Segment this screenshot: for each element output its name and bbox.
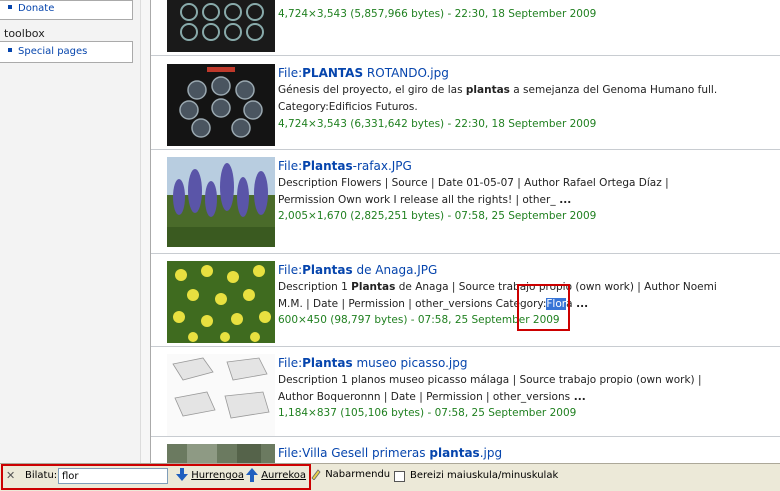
findbar-annotation-box <box>1 464 311 490</box>
result-title-link[interactable]: File:PLANTAS ROTANDO.jpg <box>278 66 449 80</box>
list-item: File:Villa Gesell primeras plantas.jpg <box>151 436 780 463</box>
result-thumbnail[interactable] <box>167 0 275 52</box>
match-case-checkbox[interactable] <box>394 471 405 482</box>
match-case-label: Bereizi maiuskula/minuskulak <box>410 470 559 481</box>
match-annotation-box <box>517 284 570 331</box>
toolbox-portlet: Special pages <box>0 41 133 63</box>
result-meta: 4,724×3,543 (6,331,642 bytes) - 22:30, 1… <box>278 118 597 130</box>
result-meta: 2,005×1,670 (2,825,251 bytes) - 07:58, 2… <box>278 210 597 222</box>
bullet-icon <box>8 5 12 9</box>
result-thumbnail[interactable] <box>167 64 275 146</box>
list-item: File:PLANTAS ROTANDO.jpg Génesis del pro… <box>151 55 780 150</box>
list-item: File:Plantas-rafax.JPG Description Flowe… <box>151 149 780 254</box>
result-thumbnail[interactable] <box>167 261 275 343</box>
result-title-link[interactable]: File:Plantas museo picasso.jpg <box>278 356 467 370</box>
highlight-all-button[interactable]: Nabarmendu <box>310 468 390 481</box>
list-item: 4,724×3,543 (5,857,966 bytes) - 22:30, 1… <box>151 0 780 55</box>
toolbox-title: toolbox <box>4 27 45 40</box>
result-title-link[interactable]: File:Plantas de Anaga.JPG <box>278 263 437 277</box>
result-thumbnail[interactable] <box>167 444 275 463</box>
result-meta: 1,184×837 (105,106 bytes) - 07:58, 25 Se… <box>278 407 577 419</box>
list-item: File:Plantas museo picasso.jpg Descripti… <box>151 346 780 437</box>
result-meta: 4,724×3,543 (5,857,966 bytes) - 22:30, 1… <box>278 8 597 20</box>
search-results: 4,724×3,543 (5,857,966 bytes) - 22:30, 1… <box>150 0 780 463</box>
result-description: Description 1 planos museo picasso málag… <box>278 374 702 403</box>
result-title-link[interactable]: File:Villa Gesell primeras plantas.jpg <box>278 446 502 460</box>
result-description: Description Flowers | Source | Date 01-0… <box>278 177 669 206</box>
donate-link[interactable]: Donate <box>0 1 132 16</box>
support-portlet: Donate <box>0 0 133 20</box>
special-pages-link[interactable]: Special pages <box>0 42 132 59</box>
result-description: Génesis del proyecto, el giro de las pla… <box>278 84 718 113</box>
highlighter-icon <box>311 469 321 481</box>
result-thumbnail[interactable] <box>167 354 275 436</box>
list-item: File:Plantas de Anaga.JPG Description 1 … <box>151 253 780 347</box>
result-title-link[interactable]: File:Plantas-rafax.JPG <box>278 159 412 173</box>
sidebar: Donate toolbox Special pages <box>0 0 141 463</box>
bullet-icon <box>8 48 12 52</box>
result-thumbnail[interactable] <box>167 157 275 247</box>
